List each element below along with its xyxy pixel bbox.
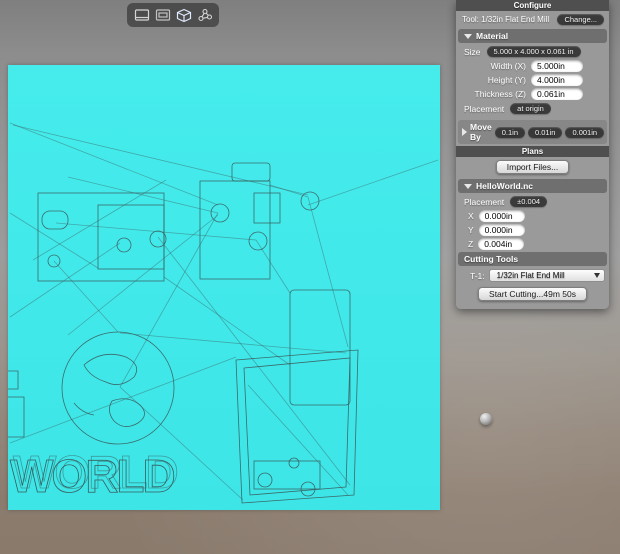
chevron-down-icon xyxy=(594,273,600,278)
material-placement-row: Placement at origin xyxy=(456,101,609,116)
plan-placement-badge[interactable]: ±0.004 xyxy=(510,196,548,207)
import-row: Import Files... xyxy=(456,157,609,178)
y-label: Y xyxy=(468,225,474,235)
import-files-button[interactable]: Import Files... xyxy=(495,160,570,174)
height-label: Height (Y) xyxy=(487,75,526,85)
change-tool-button[interactable]: Change... xyxy=(557,14,604,25)
tool-label: Tool: 1/32in Flat End Mill xyxy=(462,15,550,24)
toolpath-wireframe: WORLD WORLD xyxy=(8,122,439,504)
disclosure-down-icon xyxy=(464,183,472,189)
configure-panel: Configure Tool: 1/32in Flat End Mill Cha… xyxy=(456,0,609,309)
material-section-label: Material xyxy=(476,31,509,41)
nodes-view-icon[interactable] xyxy=(196,7,214,23)
plan-x-row: X xyxy=(456,209,609,223)
thickness-label: Thickness (Z) xyxy=(474,89,526,99)
move-by-0.001-button[interactable]: 0.001in xyxy=(565,126,605,138)
material-size-row: Size 5.000 x 4.000 x 0.061 in xyxy=(456,44,609,59)
plan-file-name: HelloWorld.nc xyxy=(476,181,533,191)
flat-view-icon[interactable] xyxy=(133,7,151,23)
plans-header: Plans xyxy=(456,146,609,157)
z-input[interactable] xyxy=(478,238,525,250)
cutting-tools-label: Cutting Tools xyxy=(464,254,519,264)
move-by-0.01-button[interactable]: 0.01in xyxy=(528,126,563,138)
width-label: Width (X) xyxy=(490,61,526,71)
plan-z-row: Z xyxy=(456,237,609,251)
thickness-input[interactable] xyxy=(531,88,583,100)
thickness-field-row: Thickness (Z) xyxy=(456,87,609,101)
z-label: Z xyxy=(468,239,474,249)
x-label: X xyxy=(468,211,474,221)
size-value-badge: 5.000 x 4.000 x 0.061 in xyxy=(486,46,581,57)
placement-value-badge[interactable]: at origin xyxy=(510,103,551,114)
width-field-row: Width (X) xyxy=(456,59,609,73)
app-window: { "toolbar": { "icons": [ { "name": "fla… xyxy=(0,0,620,554)
material-section-header[interactable]: Material xyxy=(458,29,607,43)
placement-label: Placement xyxy=(464,103,505,114)
view-toolbar xyxy=(127,3,219,27)
tool-row: Tool: 1/32in Flat End Mill Change... xyxy=(456,11,609,28)
height-input[interactable] xyxy=(531,74,583,86)
move-by-0.1-button[interactable]: 0.1in xyxy=(494,126,525,138)
disclosure-right-icon xyxy=(462,128,467,136)
design-text: WORLD xyxy=(10,450,175,502)
configure-header: Configure xyxy=(456,0,609,11)
x-input[interactable] xyxy=(478,210,525,222)
sphere-object xyxy=(480,413,492,425)
solid-3d-view-icon[interactable] xyxy=(175,7,193,23)
tool-select-dropdown[interactable]: 1/32in Flat End Mill xyxy=(488,269,605,282)
plan-y-row: Y xyxy=(456,223,609,237)
start-row: Start Cutting...49m 50s xyxy=(456,284,609,305)
move-by-label: Move By xyxy=(470,122,492,142)
tool-slot-row: T-1: 1/32in Flat End Mill xyxy=(456,267,609,284)
height-field-row: Height (Y) xyxy=(456,73,609,87)
tool-slot-label: T-1: xyxy=(470,270,485,281)
plan-file-section-header[interactable]: HelloWorld.nc xyxy=(458,179,607,193)
move-by-row: Move By 0.1in 0.01in 0.001in xyxy=(458,120,607,144)
start-cutting-button[interactable]: Start Cutting...49m 50s xyxy=(478,287,587,301)
size-label: Size xyxy=(464,46,481,57)
cutting-tools-section-header: Cutting Tools xyxy=(458,252,607,266)
plan-placement-label: Placement xyxy=(464,196,505,207)
side-view-icon[interactable] xyxy=(154,7,172,23)
width-input[interactable] xyxy=(531,60,583,72)
tool-select-value: 1/32in Flat End Mill xyxy=(496,271,565,280)
y-input[interactable] xyxy=(478,224,525,236)
disclosure-down-icon xyxy=(464,33,472,39)
plan-placement-row: Placement ±0.004 xyxy=(456,194,609,209)
material-preview-canvas[interactable]: WORLD WORLD xyxy=(8,65,440,510)
